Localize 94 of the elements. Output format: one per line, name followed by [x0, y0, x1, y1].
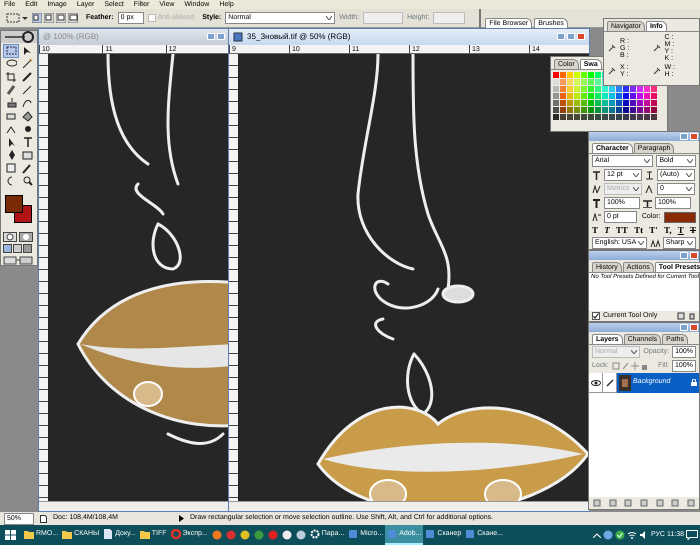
text-color-swatch[interactable] — [664, 212, 696, 222]
text-style-toggle[interactable]: T, — [664, 225, 672, 236]
jump-to-icon[interactable] — [3, 255, 33, 265]
caret-icon — [687, 159, 693, 163]
close-button[interactable] — [690, 133, 698, 140]
tool-icon[interactable] — [4, 71, 18, 83]
tracking-icon — [645, 184, 654, 194]
marquee-icon[interactable] — [4, 45, 18, 57]
screen-mode-icon[interactable] — [3, 244, 33, 253]
text-style-toggle[interactable]: Tt — [634, 225, 644, 236]
caret-icon — [686, 187, 692, 191]
checkbox[interactable] — [592, 312, 600, 320]
tool-icon[interactable] — [20, 97, 34, 109]
wifi-icon[interactable] — [626, 530, 637, 540]
selection-mode-icon[interactable] — [56, 13, 66, 23]
gear-icon — [310, 529, 320, 539]
document-icon — [103, 529, 114, 539]
leading-icon — [645, 170, 654, 180]
close-button[interactable] — [690, 252, 698, 259]
document-icon — [40, 514, 47, 522]
caret-icon — [633, 187, 639, 191]
close-button[interactable] — [577, 33, 585, 40]
selection-mode-icon[interactable] — [44, 13, 54, 23]
eyedropper-icon — [608, 44, 616, 52]
app-icon — [348, 529, 358, 539]
font-size-icon — [592, 170, 601, 180]
brush-icon — [606, 378, 614, 386]
minimize-button[interactable] — [680, 324, 688, 331]
horizontal-scale-icon — [643, 198, 652, 208]
maximize-button[interactable] — [217, 33, 225, 40]
chevron-up-icon[interactable] — [592, 532, 601, 538]
minimize-button[interactable] — [557, 33, 565, 40]
text-style-toggle[interactable]: T' — [649, 225, 658, 236]
text-style-toggle[interactable]: TT — [616, 225, 628, 236]
folder-icon — [140, 529, 150, 539]
check-icon[interactable] — [614, 530, 625, 540]
caret-icon — [687, 241, 693, 246]
tool-icon[interactable] — [20, 71, 34, 83]
app-icon — [387, 529, 398, 539]
eye-icon[interactable] — [590, 380, 600, 386]
ring-icon — [170, 529, 181, 539]
width-field[interactable] — [363, 12, 404, 24]
foreground-color-swatch[interactable] — [5, 195, 23, 213]
caret-icon — [633, 173, 639, 177]
caret-icon — [686, 173, 692, 177]
minimize-button[interactable] — [207, 33, 215, 40]
lock-options-icon[interactable] — [612, 362, 648, 370]
layer-thumbnail — [619, 374, 631, 390]
tool-icon[interactable] — [4, 162, 18, 174]
tool-icon[interactable] — [20, 149, 34, 161]
text-style-toggle[interactable]: T — [690, 225, 696, 236]
eyedropper-icon — [652, 44, 660, 52]
app-icon[interactable] — [282, 530, 292, 540]
horizontal-scrollbar[interactable] — [229, 501, 589, 511]
app-icon[interactable] — [296, 530, 306, 540]
app-icon[interactable] — [240, 530, 250, 540]
tool-icon[interactable] — [20, 84, 34, 96]
app-icon — [465, 529, 476, 539]
app-icon — [425, 529, 436, 539]
caret-icon — [326, 16, 332, 20]
close-button[interactable] — [690, 324, 698, 331]
selection-mode-icon[interactable] — [32, 13, 42, 23]
minimize-button[interactable] — [680, 133, 688, 140]
new-preset-icon[interactable] — [677, 312, 685, 320]
standard-mode-icon[interactable] — [3, 232, 17, 242]
kerning-icon — [592, 184, 601, 194]
quick-mask-icon[interactable] — [19, 232, 33, 242]
text-style-toggle[interactable]: T — [604, 225, 610, 236]
caret-icon — [631, 350, 638, 354]
baseline-shift-icon — [592, 212, 601, 222]
folder-icon — [24, 529, 34, 539]
minimize-button[interactable] — [680, 252, 688, 259]
text-style-toggle[interactable]: T — [592, 225, 598, 236]
window-title: @ 100% (RGB) — [43, 32, 100, 42]
caret-icon — [638, 241, 644, 246]
app-icon[interactable] — [212, 530, 222, 540]
caret-icon — [644, 159, 650, 163]
folder-icon — [62, 529, 72, 539]
anti-alias-icon — [650, 238, 660, 248]
selection-mode-icon[interactable] — [68, 13, 78, 23]
notification-icon[interactable] — [686, 530, 698, 540]
vertical-scale-icon — [592, 198, 601, 208]
globe-icon[interactable] — [602, 530, 613, 540]
tool-icon[interactable] — [20, 58, 34, 70]
horizontal-scrollbar[interactable] — [39, 501, 229, 511]
height-field[interactable] — [433, 12, 466, 24]
window-title: 35_Зновый.tif @ 50% (RGB) — [247, 32, 352, 42]
maximize-button[interactable] — [567, 33, 575, 40]
text-style-toggle[interactable]: T — [678, 225, 684, 236]
tool-icon[interactable] — [4, 84, 18, 96]
document-icon — [233, 32, 243, 42]
marquee-tool-icon[interactable] — [6, 12, 28, 24]
play-icon[interactable] — [179, 515, 184, 522]
tool-icon[interactable] — [20, 110, 34, 122]
